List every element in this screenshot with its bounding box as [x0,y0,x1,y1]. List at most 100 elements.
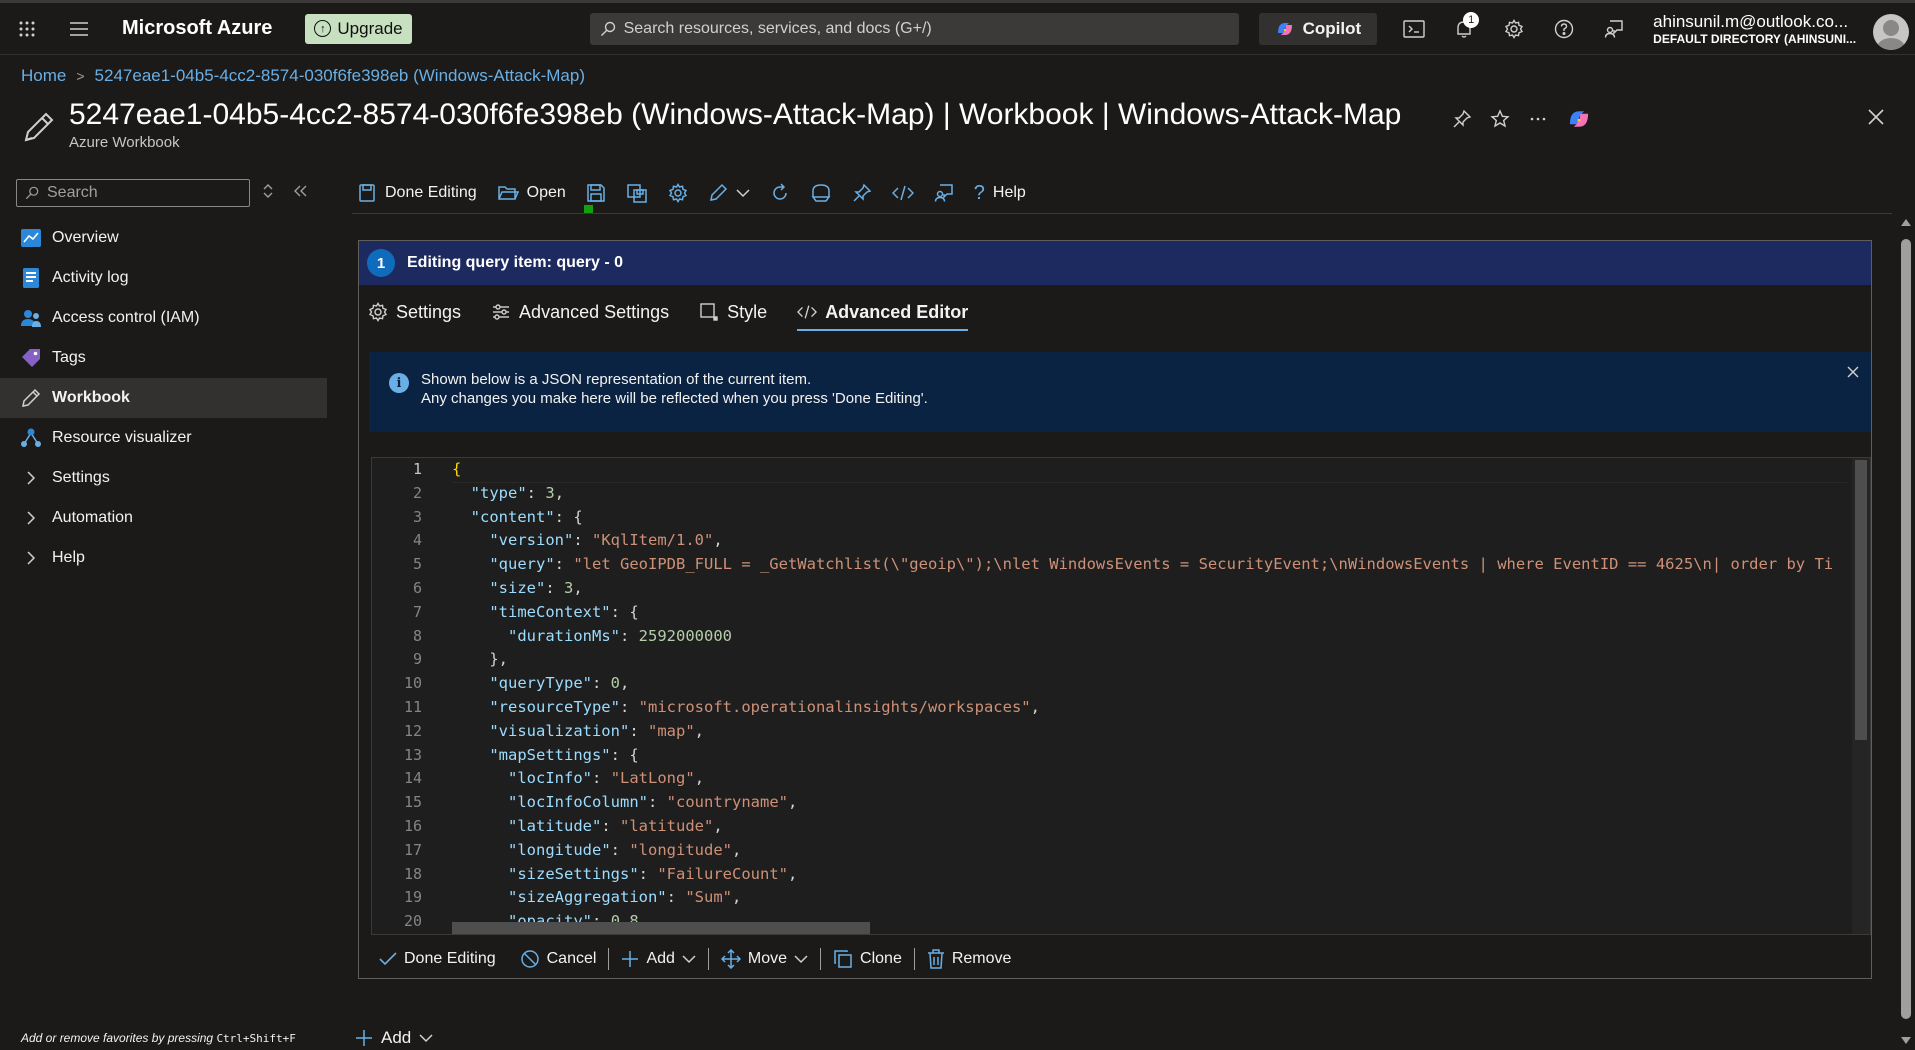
code-line[interactable]: "durationMs": 2592000000 [452,625,1847,649]
collapse-sidebar-icon[interactable] [292,183,308,199]
sidebar-item-automation[interactable]: Automation [0,498,327,538]
code-line[interactable]: }, [452,648,1847,672]
close-icon[interactable] [1847,366,1859,378]
favorites-shortcut: Ctrl+Shift+F [216,1032,296,1045]
code-line[interactable]: "type": 3, [452,482,1847,506]
title-actions [1452,106,1592,132]
code-content[interactable]: { "type": 3, "content": { "version": "Kq… [452,458,1847,934]
sidebar-item-label: Overview [52,229,119,246]
scroll-down-arrow-icon[interactable] [1901,1037,1911,1044]
info-icon: i [389,373,409,393]
avatar[interactable] [1873,14,1909,50]
breadcrumb-home[interactable]: Home [21,66,66,86]
cloud-shell-icon[interactable] [1397,12,1431,46]
sidebar-item-resource-visualizer[interactable]: Resource visualizer [0,418,327,458]
close-icon[interactable] [1867,108,1885,126]
page-scrollbar[interactable] [1897,213,1915,1050]
editor-vertical-scrollbar[interactable] [1852,458,1870,934]
tab-advanced-editor[interactable]: Advanced Editor [797,285,969,339]
done-editing-item-button[interactable]: Done Editing [367,950,508,968]
notifications-icon[interactable]: 1 [1447,11,1481,46]
scroll-up-arrow-icon[interactable] [1901,219,1911,226]
menu-icon[interactable] [62,12,96,46]
json-code-editor[interactable]: 1 2 3 4 5 6 7 8 9 10 11 12 13 14 15 16 17 18 19 20 { "type"… [371,457,1871,935]
help-button[interactable]: ? Help [974,182,1026,205]
line-number: 14 [403,769,422,788]
sidebar-item-activity-log[interactable]: Activity log [0,258,327,298]
save-button[interactable] [583,183,606,214]
save-as-button[interactable] [626,183,648,203]
code-line[interactable]: "version": "KqlItem/1.0", [452,529,1847,553]
refresh-button[interactable] [770,183,790,203]
code-line[interactable]: "locInfo": "LatLong", [452,767,1847,791]
code-line[interactable]: "content": { [452,506,1847,530]
breadcrumb-current[interactable]: 5247eae1-04b5-4cc2-8574-030f6fe398eb (Wi… [95,66,585,86]
code-view-button[interactable] [891,184,914,202]
upgrade-button[interactable]: ↑ Upgrade [305,13,412,44]
chevron-right-icon [20,471,42,485]
sidebar-item-tags[interactable]: Tags [0,338,327,378]
remove-button[interactable]: Remove [915,949,1024,969]
help-icon[interactable] [1547,12,1581,46]
tab-label: Advanced Editor [825,301,969,322]
code-line[interactable]: "visualization": "map", [452,720,1847,744]
scrollbar-thumb[interactable] [452,922,870,934]
add-item-button[interactable]: Add [355,1028,433,1048]
code-line[interactable]: "size": 3, [452,577,1847,601]
tab-style[interactable]: Style [699,285,767,339]
sidebar-item-workbook[interactable]: Workbook [0,378,327,418]
scrollbar-thumb[interactable] [1901,239,1911,1019]
auto-refresh-icon [810,183,832,203]
sidebar-item-access-control[interactable]: Access control (IAM) [0,298,327,338]
edit-button[interactable] [708,183,728,203]
code-line[interactable]: "mapSettings": { [452,744,1847,768]
open-button[interactable]: Open [497,183,566,203]
sidebar-item-help[interactable]: Help [0,538,327,578]
add-button[interactable]: Add [609,950,707,968]
global-search-input[interactable]: Search resources, services, and docs (G+… [589,12,1239,45]
copilot-button[interactable]: Copilot [1258,12,1378,45]
editor-horizontal-scrollbar[interactable] [452,922,1832,934]
tab-advanced-settings[interactable]: Advanced Settings [491,285,669,339]
code-line[interactable]: "timeContext": { [452,601,1847,625]
pin-icon[interactable] [1452,109,1472,129]
settings-gear-icon[interactable] [1497,12,1531,46]
workbook-settings-button[interactable] [668,183,688,203]
more-options-icon[interactable] [1528,109,1548,129]
brand-name[interactable]: Microsoft Azure [122,17,272,40]
feedback-icon[interactable] [1597,12,1631,46]
code-line[interactable]: "sizeSettings": "FailureCount", [452,863,1847,887]
account-menu[interactable]: ahinsunil.m@outlook.co... DEFAULT DIRECT… [1653,12,1856,46]
move-button[interactable]: Move [709,949,820,969]
code-line[interactable]: "resourceType": "microsoft.operationalin… [452,696,1847,720]
code-line[interactable]: "latitude": "latitude", [452,815,1847,839]
app-launcher-icon[interactable] [10,12,44,46]
code-line[interactable]: "queryType": 0, [452,672,1847,696]
top-bar: Microsoft Azure ↑ Upgrade Search resourc… [0,0,1915,55]
edit-dropdown-button[interactable] [736,188,750,198]
sort-icon[interactable] [262,183,274,199]
cancel-button[interactable]: Cancel [508,949,609,969]
favorite-star-icon[interactable] [1490,109,1510,129]
code-line[interactable]: "query": "let GeoIPDB_FULL = _GetWatchli… [452,553,1847,577]
line-number: 18 [403,864,422,883]
plus-icon [621,950,639,968]
scrollbar-thumb[interactable] [1855,460,1867,740]
clone-button[interactable]: Clone [821,949,914,969]
code-line[interactable]: "longitude": "longitude", [452,839,1847,863]
sidebar-item-settings[interactable]: Settings [0,458,327,498]
done-editing-label: Done Editing [385,184,477,201]
auto-refresh-button[interactable] [810,183,832,203]
code-line[interactable]: "locInfoColumn": "countryname", [452,791,1847,815]
tab-settings[interactable]: Settings [368,285,461,339]
code-line[interactable]: "sizeAggregation": "Sum", [452,886,1847,910]
pin-button[interactable] [852,183,872,203]
copilot-icon[interactable] [1566,106,1592,132]
code-line[interactable]: { [452,458,1847,483]
done-editing-button[interactable]: Done Editing [357,183,477,203]
sidebar-item-overview[interactable]: Overview [0,218,327,258]
feedback-button[interactable] [934,183,954,203]
move-label: Move [747,950,788,967]
tab-label: Advanced Settings [519,301,670,322]
sidebar-search-input[interactable]: Search [16,179,250,207]
